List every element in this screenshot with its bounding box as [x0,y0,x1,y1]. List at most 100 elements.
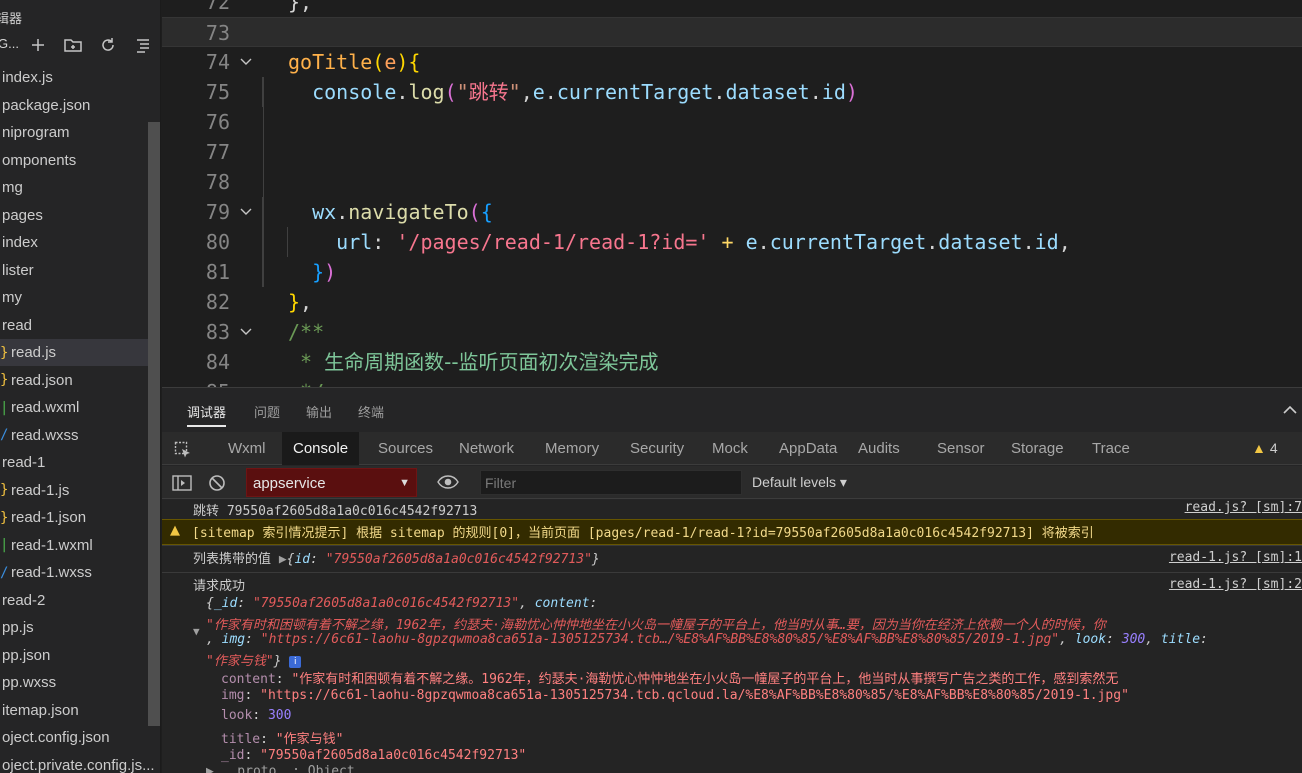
code-line[interactable]: 82}, [162,287,1302,317]
tree-item[interactable]: pages [0,202,148,229]
devtools-tab-trace[interactable]: Trace [1081,432,1141,465]
new-file-icon[interactable] [27,34,49,56]
expand-toggle-icon[interactable]: ▼ [193,625,200,638]
inspect-element-icon[interactable] [174,441,192,464]
tree-item[interactable]: oject.private.config.js... [0,752,155,773]
devtools-tab-security[interactable]: Security [619,432,695,465]
code-line[interactable]: 73 [162,17,1302,47]
code-line[interactable]: 85 */ [162,377,1302,387]
project-name[interactable]: G... [0,36,19,51]
code-line[interactable]: 84 * 生命周期函数--监听页面初次渲染完成 [162,347,1302,377]
tree-item[interactable]: my [0,284,148,311]
fold-chevron-icon[interactable] [238,197,254,227]
devtools-tab-memory[interactable]: Memory [534,432,610,465]
eye-icon[interactable] [437,474,459,495]
devtools-tab-console[interactable]: Console [282,432,360,465]
debugger-tab[interactable]: 问题 [254,402,280,421]
tree-item[interactable]: / read-1.wxss [0,559,148,586]
code-line[interactable]: 77 [162,137,1302,167]
devtools-tab-storage[interactable]: Storage [1000,432,1075,465]
sidebar-toggle-icon[interactable] [172,474,192,497]
code-line[interactable]: 72}, [162,0,1302,17]
debugger-tab[interactable]: 终端 [358,402,384,421]
context-select[interactable]: appservice ▼ [246,468,417,497]
code-editor[interactable]: 72}, 73 74 goTitle(e){75 console.log("跳转",e… [162,0,1302,387]
code-line[interactable]: 75 console.log("跳转",e.currentTarget.data… [162,77,1302,107]
info-icon: i [289,655,302,668]
debugger-tab[interactable]: 调试器 [187,402,227,427]
fold-chevron-icon[interactable] [238,317,254,347]
tree-item[interactable]: mg [0,174,148,201]
chevron-down-icon: ▼ [399,477,410,489]
devtools-tab-appdata[interactable]: AppData [768,432,848,465]
tree-item-label: read-2 [2,591,46,609]
code-line[interactable]: 81 }) [162,257,1302,287]
clear-console-icon[interactable] [208,474,226,497]
code-line[interactable]: 78 [162,167,1302,197]
tree-item-label: read.wxss [11,426,79,444]
tree-item[interactable]: itemap.json [0,697,148,724]
code-text: }) [312,260,337,284]
tree-item[interactable]: oject.config.json [0,724,148,751]
line-number: 74 [205,50,230,74]
code-line[interactable]: 74 goTitle(e){ [162,47,1302,77]
console-log-row[interactable]: 列表携带的值 ▶{id: "79550af2605d8a1a0c016c4542… [162,545,1302,572]
source-link[interactable]: read-1.js? [sm]:2 [1169,577,1302,592]
tree-item[interactable]: lister [0,257,148,284]
explorer-scrollbar[interactable] [148,122,160,726]
devtools-tab-sensor[interactable]: Sensor [926,432,996,465]
collapse-all-icon[interactable] [132,34,154,56]
code-text: /** [288,320,325,344]
devtools-tab-audits[interactable]: Audits [847,432,911,465]
tree-item[interactable]: read [0,312,148,339]
code-line[interactable]: 79 wx.navigateTo({ [162,197,1302,227]
console-text: "作家有时和困顿有着不解之缘，1962年，约瑟夫·海勒忧心忡忡地坐在小火岛一幢屋… [206,618,1106,632]
tree-item[interactable]: pp.json [0,642,148,669]
tree-item-label: oject.private.config.js... [2,756,155,773]
tree-item-label: read-1.wxml [11,536,93,554]
tree-item[interactable]: omponents [0,147,148,174]
devtools-tab-mock[interactable]: Mock [701,432,759,465]
code-line[interactable]: 80 url: '/pages/read-1/read-1?id=' + e.c… [162,227,1302,257]
tree-item[interactable]: pp.wxss [0,669,148,696]
tree-item[interactable]: } read.js [0,339,148,366]
tree-item[interactable]: } read-1.js [0,477,148,504]
new-folder-icon[interactable] [62,34,84,56]
tree-item[interactable]: } read.json [0,367,148,394]
refresh-icon[interactable] [97,34,119,56]
tree-item-label: lister [2,261,34,279]
devtools-tab-network[interactable]: Network [448,432,525,465]
tree-item[interactable]: | read.wxml [0,394,148,421]
source-link[interactable]: read-1.js? [sm]:1 [1169,550,1302,565]
console-warning-row[interactable]: ▲ [sitemap 索引情况提示] 根据 sitemap 的规则[0]，当前页面… [162,519,1302,545]
tree-item[interactable]: package.json [0,92,148,119]
tree-item[interactable]: read-1 [0,449,148,476]
log-levels-dropdown[interactable]: Default levels ▾ [752,466,847,499]
tree-item[interactable]: index [0,229,148,256]
code-line[interactable]: 76 [162,107,1302,137]
tree-item[interactable]: pp.js [0,614,148,641]
tree-item[interactable]: } read-1.json [0,504,148,531]
line-number: 76 [205,110,230,134]
devtools-tab-wxml[interactable]: Wxml [217,432,277,465]
tree-item[interactable]: read-2 [0,587,148,614]
tree-item-label: omponents [2,151,77,169]
object-property: look: 300 [162,708,1302,726]
console-output[interactable]: 跳转 79550af2605d8a1a0c016c4542f92713 read.… [162,500,1302,773]
object-preview-line: , img: "https://6c61-laohu-8gpzqwmoa8ca6… [162,632,1302,650]
tree-item[interactable]: niprogram [0,119,148,146]
filter-input[interactable] [480,470,742,495]
tree-item[interactable]: | read-1.wxml [0,532,148,559]
tree-item[interactable]: / read.wxss [0,422,148,449]
console-log-row[interactable]: 跳转 79550af2605d8a1a0c016c4542f92713 read.… [162,500,1302,518]
devtools-tab-sources[interactable]: Sources [367,432,444,465]
collapse-panel-icon[interactable] [1282,402,1298,420]
warning-counter[interactable]: ▲ 4 [1252,432,1278,465]
source-link[interactable]: read.js? [sm]:7 [1185,500,1302,515]
tree-item-label: read.js [11,344,57,361]
tree-item[interactable]: index.js [0,64,148,91]
tree-item-label: itemap.json [2,701,79,719]
fold-chevron-icon[interactable] [238,47,254,77]
code-line[interactable]: 83 /** [162,317,1302,347]
debugger-tab[interactable]: 输出 [306,402,332,421]
